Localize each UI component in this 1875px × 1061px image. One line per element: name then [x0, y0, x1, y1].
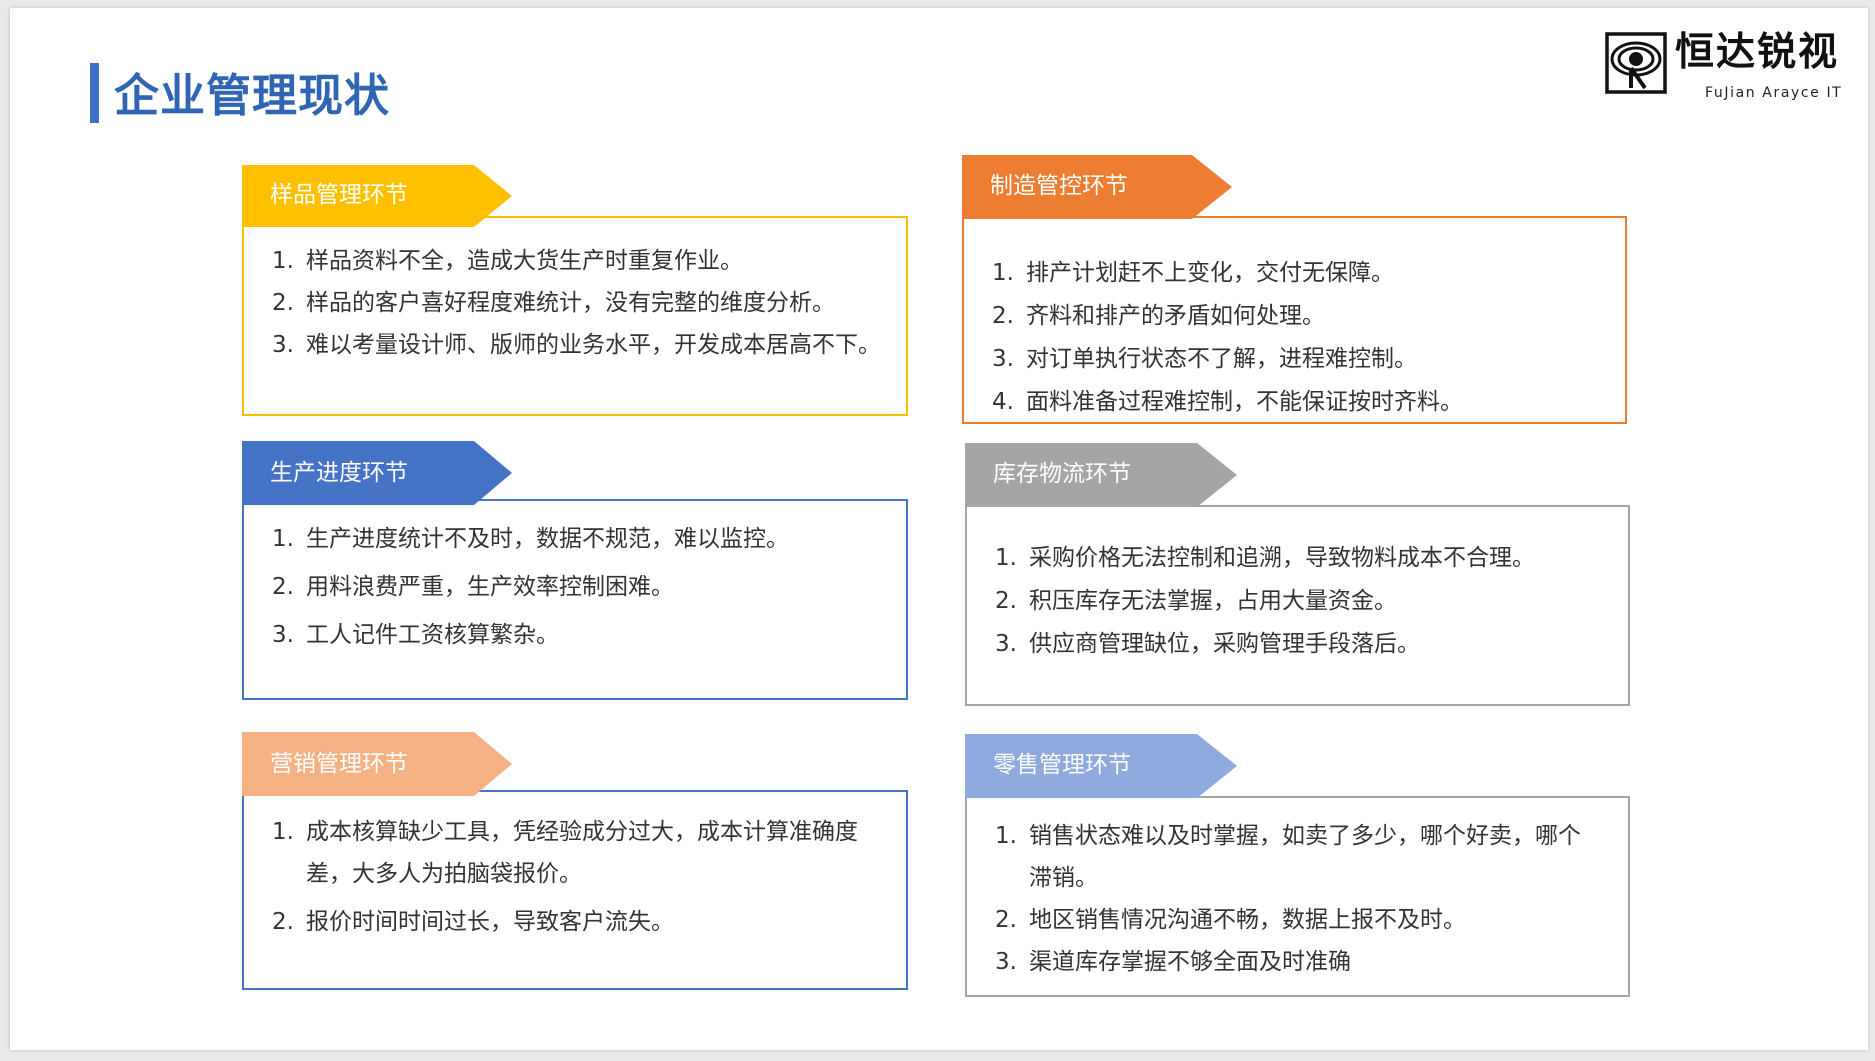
- list-item: 2. 积压库存无法掌握，占用大量资金。: [995, 588, 1397, 614]
- section-marketing-management: 1. 成本核算缺少工具，凭经验成分过大，成本计算准确度差，大多人为拍脑袋报价。 2…: [242, 732, 922, 1012]
- section-tag: 生产进度环节: [242, 441, 512, 505]
- section-tag: 样品管理环节: [242, 165, 512, 227]
- section-title: 生产进度环节: [270, 460, 408, 486]
- issue-list: 1. 生产进度统计不及时，数据不规范，难以监控。 2. 用料浪费严重，生产效率控制困…: [272, 515, 906, 659]
- section-production-progress: 1. 生产进度统计不及时，数据不规范，难以监控。 2. 用料浪费严重，生产效率控制困…: [242, 441, 922, 711]
- section-title: 营销管理环节: [270, 751, 408, 777]
- section-tag: 制造管控环节: [962, 155, 1232, 219]
- list-item: 1. 销售状态难以及时掌握，如卖了多少，哪个好卖，哪个滞销。: [995, 823, 1581, 891]
- slide: 企业管理现状 恒达锐视 FuJian Arayce IT 1. 样品资料不全，造成…: [10, 8, 1868, 1050]
- slide-title: 企业管理现状: [114, 69, 391, 122]
- section-retail-management: 1. 销售状态难以及时掌握，如卖了多少，哪个好卖，哪个滞销。 2. 地区销售情况沟通…: [965, 734, 1645, 1014]
- list-item: 1. 成本核算缺少工具，凭经验成分过大，成本计算准确度差，大多人为拍脑袋报价。: [272, 819, 858, 887]
- company-logo: 恒达锐视 FuJian Arayce IT: [1595, 28, 1855, 108]
- list-item: 2. 样品的客户喜好程度难统计，没有完整的维度分析。: [272, 290, 835, 316]
- list-item: 1. 生产进度统计不及时，数据不规范，难以监控。: [272, 526, 789, 552]
- list-item: 2. 地区销售情况沟通不畅，数据上报不及时。: [995, 907, 1466, 933]
- list-item: 3. 渠道库存掌握不够全面及时准确: [995, 949, 1351, 975]
- issue-list: 1. 排产计划赶不上变化，交付无保障。 2. 齐料和排产的矛盾如何处理。 3. 对订…: [992, 252, 1625, 424]
- list-item: 1. 样品资料不全，造成大货生产时重复作业。: [272, 248, 743, 274]
- section-tag: 库存物流环节: [965, 443, 1237, 507]
- section-box: 1. 采购价格无法控制和追溯，导致物料成本不合理。 2. 积压库存无法掌握，占用大量…: [965, 505, 1630, 706]
- section-box: 1. 生产进度统计不及时，数据不规范，难以监控。 2. 用料浪费严重，生产效率控制困…: [242, 499, 908, 700]
- section-title: 样品管理环节: [270, 182, 408, 208]
- eye-logo-icon: [1605, 32, 1667, 94]
- issue-list: 1. 采购价格无法控制和追溯，导致物料成本不合理。 2. 积压库存无法掌握，占用大量…: [995, 537, 1628, 666]
- section-box: 1. 排产计划赶不上变化，交付无保障。 2. 齐料和排产的矛盾如何处理。 3. 对订…: [962, 216, 1627, 424]
- list-item: 3. 难以考量设计师、版师的业务水平，开发成本居高不下。: [272, 332, 881, 358]
- section-manufacturing-control: 1. 排产计划赶不上变化，交付无保障。 2. 齐料和排产的矛盾如何处理。 3. 对订…: [962, 155, 1642, 435]
- section-box: 1. 样品资料不全，造成大货生产时重复作业。 2. 样品的客户喜好程度难统计，没有完…: [242, 216, 908, 416]
- list-item: 2. 齐料和排产的矛盾如何处理。: [992, 303, 1325, 329]
- section-tag: 零售管理环节: [965, 734, 1237, 798]
- list-item: 4. 面料准备过程难控制，不能保证按时齐料。: [992, 389, 1463, 415]
- section-box: 1. 销售状态难以及时掌握，如卖了多少，哪个好卖，哪个滞销。 2. 地区销售情况沟通…: [965, 796, 1630, 997]
- section-title: 库存物流环节: [993, 461, 1131, 487]
- section-title: 制造管控环节: [990, 173, 1128, 199]
- issue-list: 1. 销售状态难以及时掌握，如卖了多少，哪个好卖，哪个滞销。 2. 地区销售情况沟通…: [995, 815, 1588, 983]
- list-item: 2. 用料浪费严重，生产效率控制困难。: [272, 574, 674, 600]
- list-item: 3. 工人记件工资核算繁杂。: [272, 622, 559, 648]
- list-item: 3. 对订单执行状态不了解，进程难控制。: [992, 346, 1417, 372]
- list-item: 3. 供应商管理缺位，采购管理手段落后。: [995, 631, 1420, 657]
- section-inventory-logistics: 1. 采购价格无法控制和追溯，导致物料成本不合理。 2. 积压库存无法掌握，占用大量…: [965, 443, 1645, 713]
- issue-list: 1. 成本核算缺少工具，凭经验成分过大，成本计算准确度差，大多人为拍脑袋报价。 2…: [272, 811, 886, 943]
- section-sample-management: 1. 样品资料不全，造成大货生产时重复作业。 2. 样品的客户喜好程度难统计，没有完…: [242, 165, 922, 435]
- section-title: 零售管理环节: [993, 752, 1131, 778]
- section-box: 1. 成本核算缺少工具，凭经验成分过大，成本计算准确度差，大多人为拍脑袋报价。 2…: [242, 790, 908, 990]
- issue-list: 1. 样品资料不全，造成大货生产时重复作业。 2. 样品的客户喜好程度难统计，没有完…: [272, 240, 906, 366]
- list-item: 1. 采购价格无法控制和追溯，导致物料成本不合理。: [995, 545, 1535, 571]
- logo-subtitle: FuJian Arayce IT: [1705, 85, 1843, 101]
- list-item: 1. 排产计划赶不上变化，交付无保障。: [992, 260, 1394, 286]
- section-tag: 营销管理环节: [242, 732, 512, 796]
- title-accent-bar: [90, 63, 99, 123]
- list-item: 2. 报价时间时间过长，导致客户流失。: [272, 909, 674, 935]
- logo-name: 恒达锐视: [1675, 30, 1840, 75]
